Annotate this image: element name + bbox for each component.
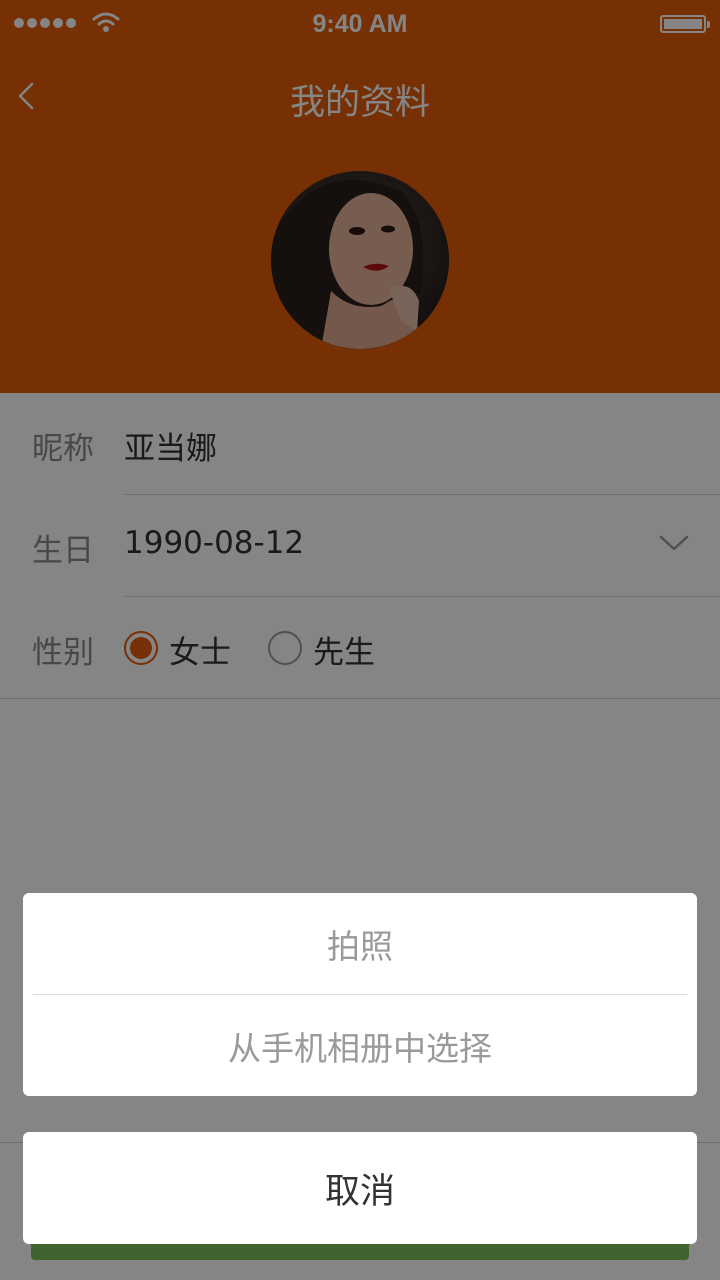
action-sheet: 拍照 从手机相册中选择	[23, 893, 697, 1096]
cancel-button[interactable]: 取消	[23, 1132, 697, 1244]
choose-from-album-option[interactable]: 从手机相册中选择	[23, 995, 697, 1096]
take-photo-option[interactable]: 拍照	[23, 893, 697, 994]
